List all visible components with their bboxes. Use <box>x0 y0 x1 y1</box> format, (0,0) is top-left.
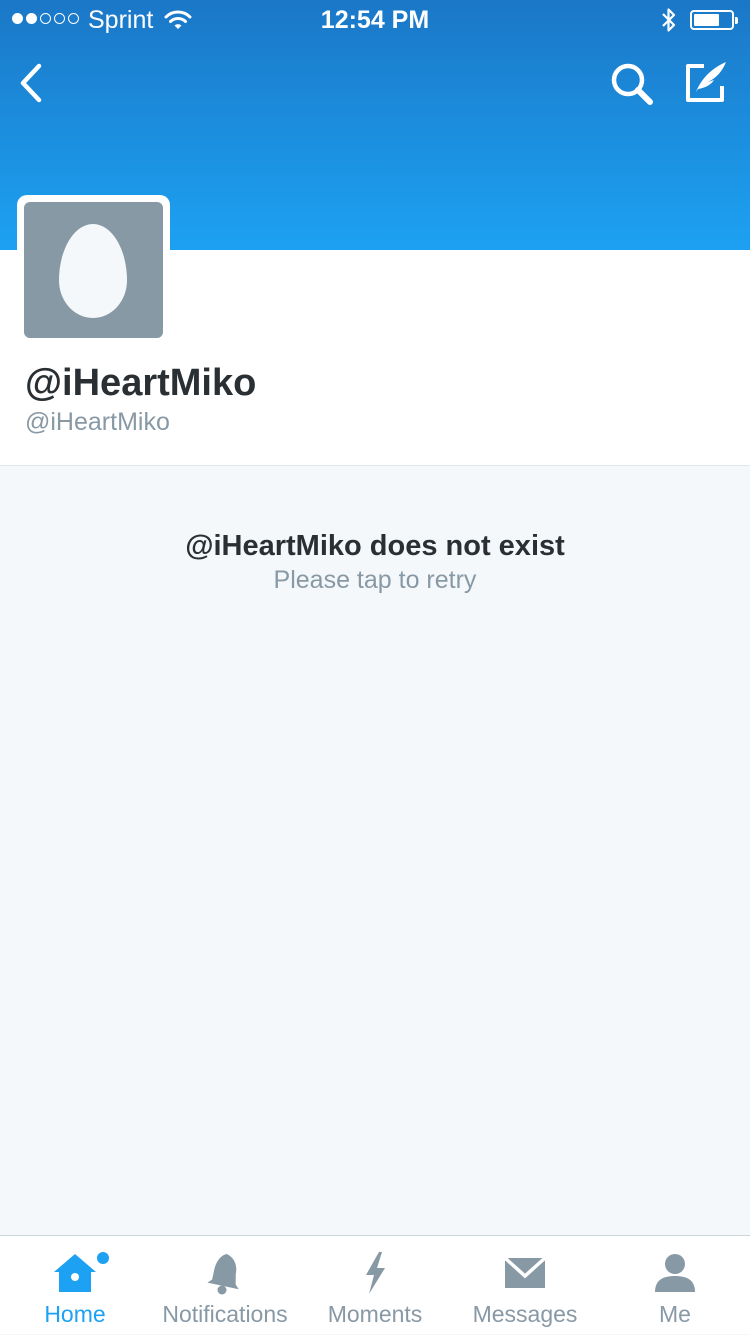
tab-me[interactable]: Me <box>600 1236 750 1335</box>
retry-message[interactable]: @iHeartMiko does not exist Please tap to… <box>0 528 750 596</box>
profile-handle: @iHeartMiko <box>25 408 170 436</box>
home-badge-dot <box>97 1252 109 1264</box>
battery-icon <box>690 10 738 30</box>
egg-avatar-icon <box>59 224 127 318</box>
bluetooth-icon <box>660 6 678 41</box>
tab-moments[interactable]: Moments <box>300 1236 450 1335</box>
avatar-frame <box>17 195 170 345</box>
home-icon <box>54 1254 96 1292</box>
tab-moments-label: Moments <box>327 1301 423 1327</box>
tab-messages[interactable]: Messages <box>450 1236 600 1335</box>
search-icon <box>611 63 653 105</box>
tab-notifications-label: Notifications <box>162 1301 288 1327</box>
chevron-left-icon <box>20 63 42 103</box>
envelope-icon <box>503 1256 547 1288</box>
tab-bar: Home Notifications Moments Messages Me <box>0 1235 750 1334</box>
bell-icon <box>207 1253 239 1295</box>
back-button[interactable] <box>12 58 52 108</box>
tab-home-label: Home <box>44 1301 106 1327</box>
error-title: @iHeartMiko does not exist <box>185 530 565 562</box>
lightning-icon <box>366 1252 385 1294</box>
tab-messages-label: Messages <box>472 1301 578 1327</box>
tab-me-label: Me <box>659 1301 691 1327</box>
retry-hint: Please tap to retry <box>273 566 477 594</box>
status-bar: Sprint 12:54 PM <box>0 0 750 40</box>
compose-tweet-button[interactable] <box>682 58 732 108</box>
avatar[interactable] <box>24 202 163 338</box>
person-icon <box>655 1254 695 1292</box>
compose-tweet-icon <box>686 62 726 102</box>
search-button[interactable] <box>608 60 658 110</box>
tab-home[interactable]: Home <box>0 1236 150 1335</box>
status-time: 12:54 PM <box>320 6 430 34</box>
tab-notifications[interactable]: Notifications <box>150 1236 300 1335</box>
profile-display-name: @iHeartMiko <box>25 362 257 404</box>
